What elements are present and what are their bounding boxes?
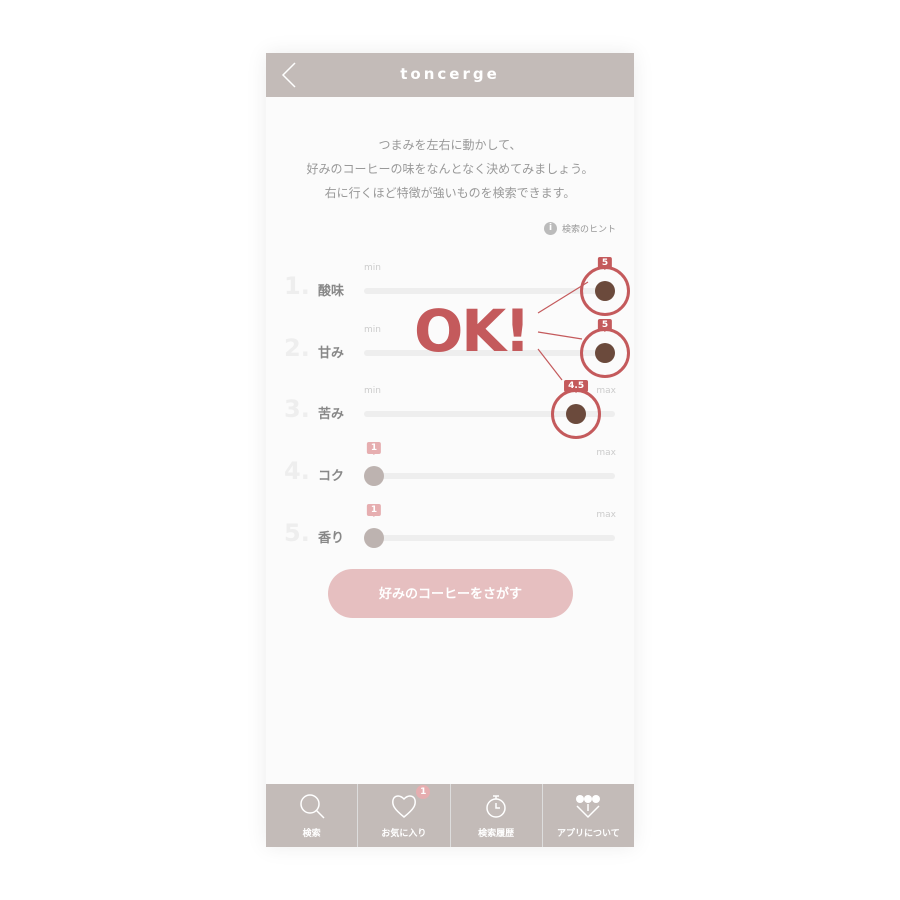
callout-lines [537,281,589,381]
tab-label: アプリについて [557,829,620,839]
tab-label: 検索履歴 [478,829,515,839]
favorites-badge: 1 [416,785,431,799]
stopwatch-icon [486,795,506,818]
tab-search[interactable]: 検索 [266,784,359,847]
search-icon [299,794,325,819]
tab-label: 検索 [302,829,321,839]
search-coffee-button[interactable]: 好みのコーヒーをさがす [328,569,573,618]
tab-label: お気に入り [381,829,427,839]
tab-bar: 検索 1 お気に入り 検索履歴 アプリについて [266,784,634,847]
tab-about[interactable]: アプリについて [543,784,634,847]
heart-icon [391,795,416,818]
tab-history[interactable]: 検索履歴 [451,784,543,847]
phone-screen: toncerge つまみを左右に動かして、 好みのコーヒーの味をなんとなく決めて… [266,53,634,847]
about-icon [576,795,601,819]
tab-favorites[interactable]: 1 お気に入り [358,784,451,847]
